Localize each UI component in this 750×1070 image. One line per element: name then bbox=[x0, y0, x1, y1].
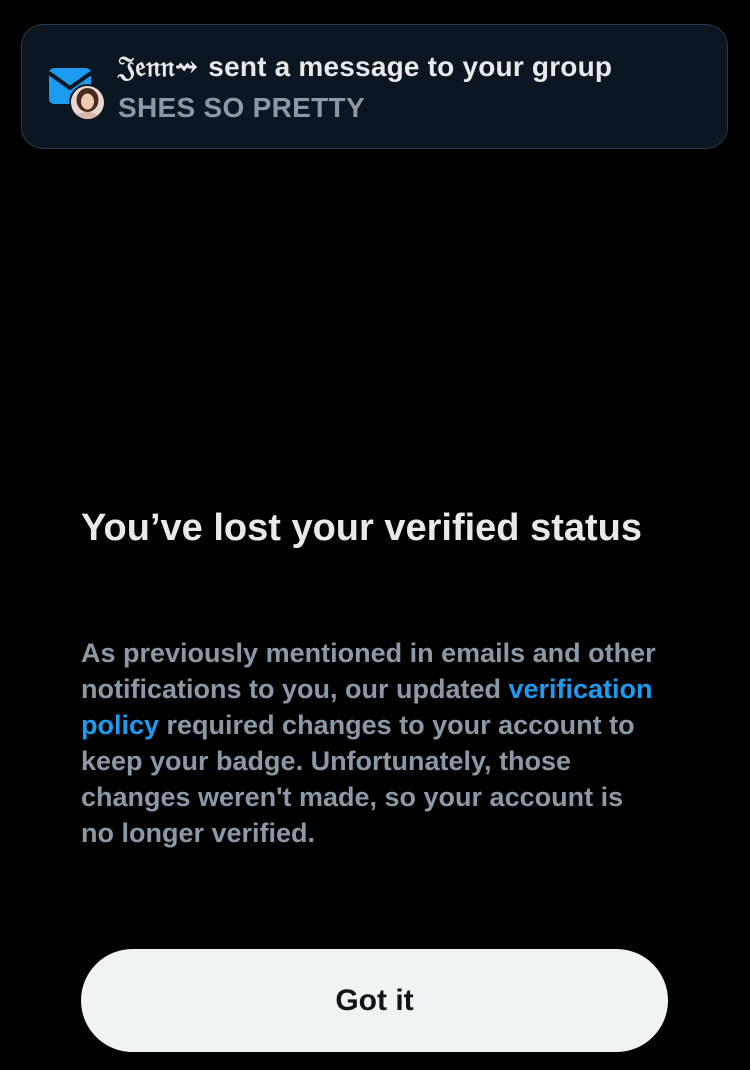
sender-avatar bbox=[69, 84, 106, 121]
verification-lost-description: As previously mentioned in emails and ot… bbox=[81, 635, 661, 851]
message-notification-banner[interactable]: 𝔍𝔢𝔫𝔫⇝ sent a message to your group SHES S… bbox=[21, 24, 728, 149]
description-text-after-link: required changes to your account to keep… bbox=[81, 710, 635, 848]
verification-lost-title: You’ve lost your verified status bbox=[81, 507, 643, 549]
notification-sender: 𝔍𝔢𝔫𝔫⇝ bbox=[118, 50, 199, 83]
got-it-button[interactable]: Got it bbox=[81, 949, 668, 1052]
notification-message: sent a message to your group bbox=[208, 51, 613, 82]
notification-headline: 𝔍𝔢𝔫𝔫⇝ sent a message to your group bbox=[118, 50, 612, 84]
notification-preview: SHES SO PRETTY bbox=[118, 92, 365, 123]
notification-icon-group bbox=[48, 67, 124, 143]
